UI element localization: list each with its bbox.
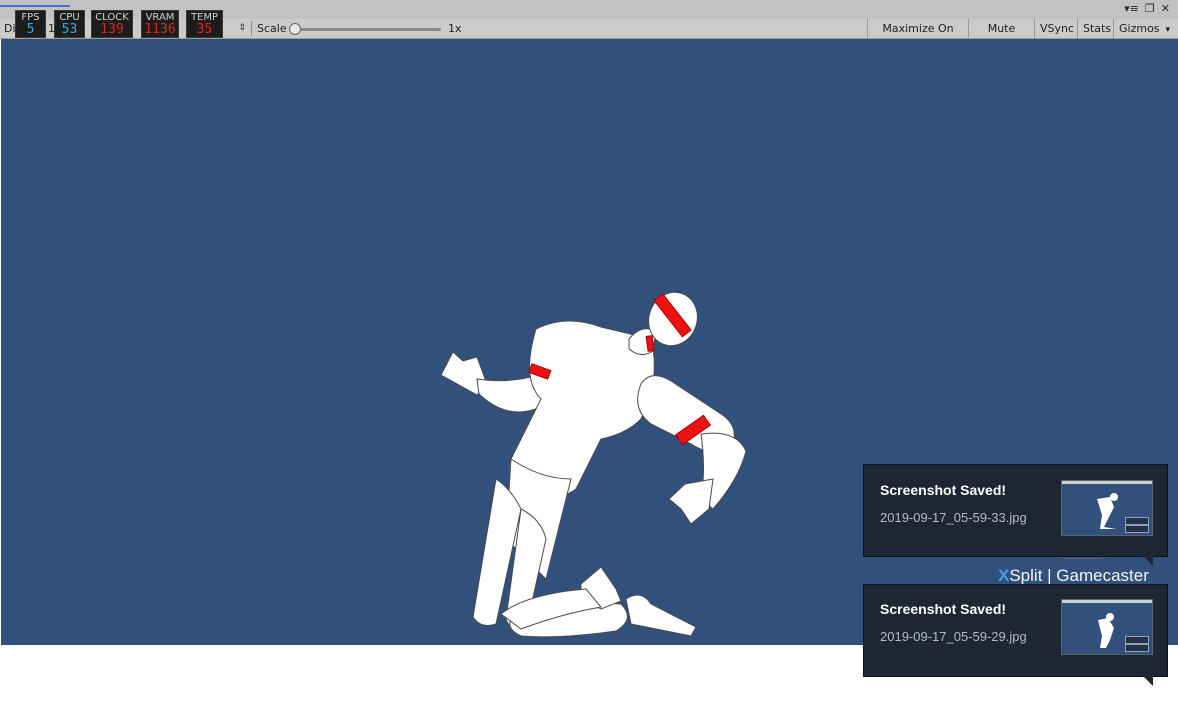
gizmos-dropdown[interactable]: Gizmos ▾ — [1113, 19, 1178, 38]
xsplit-logo: XSplit | Gamecaster — [998, 566, 1149, 585]
notification-filename: 2019-09-17_05-59-29.jpg — [880, 629, 1027, 644]
right-hand — [668, 478, 714, 525]
notification-title: Screenshot Saved! — [880, 482, 1007, 498]
window-controls: ▾≡ ❐ ✕ — [1124, 2, 1170, 16]
gizmos-label: Gizmos — [1119, 22, 1160, 35]
stats-button[interactable]: Stats — [1077, 19, 1113, 38]
close-icon[interactable]: ✕ — [1161, 2, 1170, 16]
notification-tail — [1143, 676, 1153, 686]
hud-temp-value: 35 — [196, 22, 213, 37]
mute-audio-button[interactable]: Mute Audio — [968, 19, 1034, 54]
maximize-icon[interactable]: ❐ — [1145, 2, 1155, 16]
menu-icon[interactable]: ▾≡ — [1124, 2, 1139, 16]
hud-temp: TEMP 35 — [186, 10, 223, 38]
toolbar-divider — [251, 21, 252, 36]
chevron-down-icon: ▾ — [1165, 25, 1171, 35]
notification-filename: 2019-09-17_05-59-33.jpg — [880, 510, 1027, 525]
hud-clock-value: 139 — [100, 22, 124, 37]
hud-cpu: CPU 53 — [54, 10, 85, 38]
scale-slider-track[interactable] — [293, 28, 441, 31]
hud-clock: CLOCK 139 — [91, 10, 133, 38]
hud-vram-value: 1136 — [144, 22, 176, 37]
hud-cpu-value: 53 — [61, 22, 78, 37]
screenshot-thumbnail — [1061, 480, 1153, 536]
screenshot-thumbnail — [1061, 599, 1153, 655]
scale-slider-thumb[interactable] — [289, 23, 301, 35]
thumbnail-figure — [1097, 493, 1118, 529]
scale-value: 1x — [448, 22, 462, 35]
maximize-on-play-button[interactable]: Maximize On Play — [867, 19, 968, 54]
hud-fps-value: 5 — [26, 22, 35, 37]
hud-vram: VRAM 1136 — [141, 10, 179, 38]
scale-label: Scale — [257, 22, 287, 35]
vsync-button[interactable]: VSync — [1034, 19, 1077, 38]
notification-title: Screenshot Saved! — [880, 601, 1007, 617]
screenshot-notification[interactable]: Screenshot Saved! 2019-09-17_05-59-29.jp… — [864, 585, 1167, 676]
notification-tail — [1143, 556, 1153, 566]
screenshot-notification[interactable]: Screenshot Saved! 2019-09-17_05-59-33.jp… — [864, 465, 1167, 556]
hud-fps: FPS 5 — [15, 10, 46, 38]
right-foot — [625, 594, 697, 637]
dropdown-arrow-icon: ⇕ — [238, 23, 246, 33]
game-tab-indicator[interactable] — [0, 5, 70, 7]
thumbnail-figure — [1098, 613, 1114, 648]
